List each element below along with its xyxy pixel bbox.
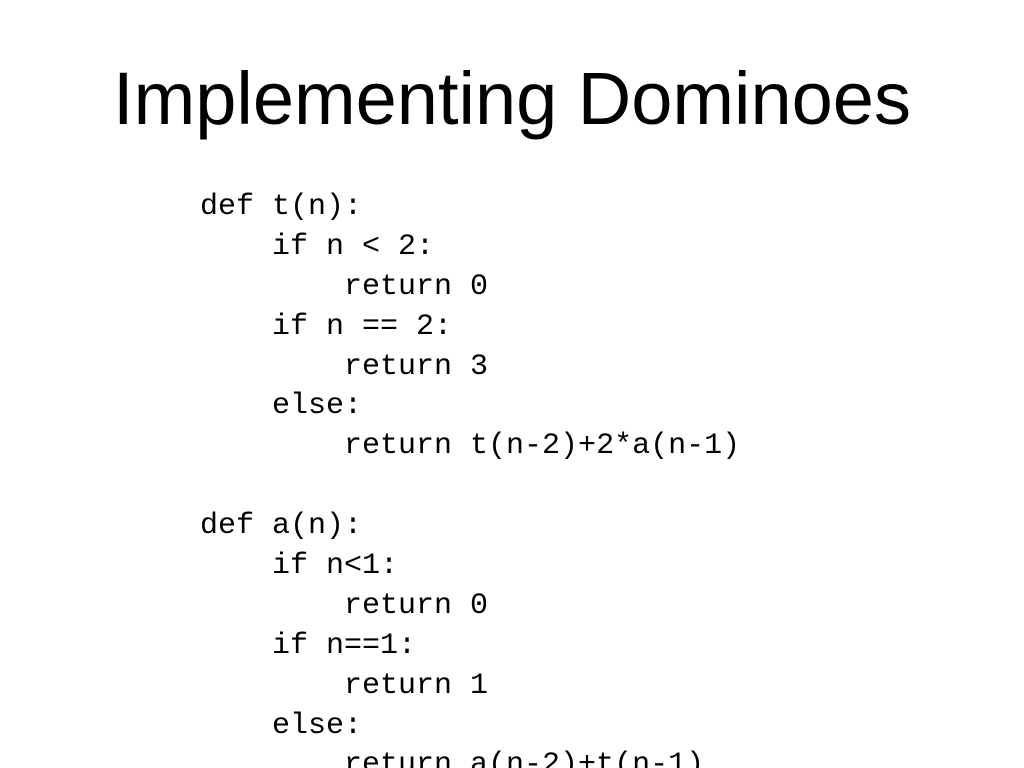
slide: Implementing Dominoes def t(n): if n < 2… (0, 0, 1024, 768)
code-block: def t(n): if n < 2: return 0 if n == 2: … (200, 188, 740, 768)
slide-title: Implementing Dominoes (0, 60, 1024, 138)
